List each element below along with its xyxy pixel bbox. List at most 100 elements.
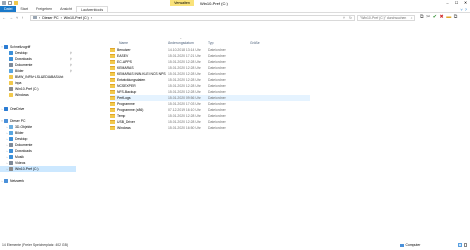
nav-item-label: Windows xyxy=(15,93,29,97)
file-type: Dateiordner xyxy=(208,60,226,64)
pictures-icon xyxy=(9,131,13,135)
forward-arrow-icon[interactable]: → xyxy=(9,15,13,20)
help-icon[interactable]: ? xyxy=(465,7,467,12)
nav-item-label: Schnellzugriff xyxy=(10,45,31,49)
address-bar[interactable]: › Dieser PC › Win10-Pref (C:) › ˅ ↻ xyxy=(30,14,355,21)
folder-icon[interactable]: ▬ xyxy=(446,14,451,21)
file-type: Dateiordner xyxy=(208,84,226,88)
refresh-icon[interactable]: ↻ xyxy=(349,16,354,20)
quick-access-toolbar xyxy=(2,0,18,5)
star-icon xyxy=(4,45,8,49)
folder-icon xyxy=(9,75,13,79)
nav-item-label: BMW_INPA+LSL&EDIABAS4/ct xyxy=(15,75,64,79)
search-icon: ⌕ xyxy=(410,15,413,20)
large-icons-view-icon[interactable] xyxy=(463,243,467,247)
status-computer-label: Computer xyxy=(405,243,421,247)
file-name: EC-APPS xyxy=(117,60,132,64)
status-bar: 14 Elemente (Freier Speicherplatz: 402 G… xyxy=(0,241,470,250)
copy-icon[interactable]: ⧉ xyxy=(454,14,458,21)
pictures-icon xyxy=(9,69,13,73)
file-date: 15.01.2020 12:28 Uhr xyxy=(168,84,201,88)
file-name: NCSEXPER xyxy=(117,84,136,88)
folder-icon xyxy=(110,60,115,64)
nav-item-label: 3D-Objekte xyxy=(15,125,33,129)
folder-icon xyxy=(110,90,115,94)
file-type: Dateiordner xyxy=(208,54,226,58)
nav-item-label: Dokumente xyxy=(15,143,33,147)
nav-item-label: Desktop xyxy=(15,137,28,141)
back-arrow-icon[interactable]: ← xyxy=(2,15,6,20)
nav-item[interactable]: Windows xyxy=(0,92,76,98)
file-type: Dateiordner xyxy=(208,72,226,76)
status-computer: Computer xyxy=(400,243,420,247)
folder-icon xyxy=(9,93,13,97)
search-input[interactable]: "Win10-Pref (C:)" durchsuchen ⌕ xyxy=(357,14,415,21)
breadcrumb-drive[interactable]: Win10-Pref (C:) xyxy=(64,16,89,20)
nav-item-label: Downloads xyxy=(15,57,32,61)
drive-icon xyxy=(33,16,37,19)
folder-icon xyxy=(110,66,115,70)
column-header-type[interactable]: Typ xyxy=(208,41,213,45)
nav-item-label: Downloads xyxy=(15,149,32,153)
file-type: Dateiordner xyxy=(208,90,226,94)
file-name: KEMARAS ININ.KLEI NCS NPS xyxy=(117,72,166,76)
chevron-down-icon[interactable]: ˅ xyxy=(460,7,462,12)
folder-icon xyxy=(110,114,115,118)
checkmark-icon[interactable]: ✔ xyxy=(433,14,437,21)
tab-ansicht[interactable]: Ansicht xyxy=(56,6,76,12)
nav-item-label: Dokumente xyxy=(15,63,33,67)
up-arrow-icon[interactable]: ↑ xyxy=(21,15,23,20)
ribbon-right-controls: ˅ ? xyxy=(460,6,470,12)
documents-icon xyxy=(9,63,13,67)
details-view-icon[interactable] xyxy=(458,243,462,247)
pin-icon[interactable]: ⚲ xyxy=(70,63,72,67)
ribbon-tabs: Datei Start Freigeben Ansicht Laufwerkto… xyxy=(0,6,470,13)
file-date: 15.01.2020 17:21 Uhr xyxy=(168,54,201,58)
scissors-icon[interactable]: ✂ xyxy=(426,14,430,21)
chevron-down-icon[interactable]: ˅ xyxy=(16,15,18,20)
folder-icon xyxy=(110,126,115,130)
pin-icon[interactable]: ⚲ xyxy=(70,69,72,73)
nav-item[interactable]: › Netzwerk xyxy=(0,178,76,184)
file-date: 14.10.2018 13:14 Uhr xyxy=(168,48,201,52)
column-header-size[interactable]: Größe xyxy=(250,41,260,45)
computer-icon xyxy=(400,243,404,247)
file-date: 15.01.2020 09:56 Uhr xyxy=(168,96,201,100)
breadcrumb-dieser-pc[interactable]: Dieser PC xyxy=(42,16,58,20)
drive-icon[interactable] xyxy=(2,0,6,5)
copy-icon[interactable]: ⧉ xyxy=(420,14,424,21)
column-headers: Name Änderungsdatum Typ Größe xyxy=(110,41,470,46)
file-row[interactable]: Windows 15.01.2020 16:50 Uhr Dateiordner xyxy=(110,125,310,131)
computer-icon xyxy=(4,119,8,123)
tab-start[interactable]: Start xyxy=(16,6,32,12)
file-name: Temp xyxy=(117,114,126,118)
file-type: Dateiordner xyxy=(208,108,226,112)
address-row: ← → ˅ ↑ › Dieser PC › Win10-Pref (C:) › … xyxy=(0,13,470,22)
tab-datei[interactable]: Datei xyxy=(0,6,17,12)
close-icon[interactable]: ✖ xyxy=(439,14,443,21)
network-icon xyxy=(4,179,8,183)
file-type: Dateiordner xyxy=(208,78,226,82)
folder-icon xyxy=(110,48,115,52)
folder-icon xyxy=(110,102,115,106)
drive-icon xyxy=(9,87,13,91)
chevron-down-icon[interactable]: ˅ xyxy=(343,16,347,20)
cloud-icon xyxy=(4,107,8,111)
column-header-date[interactable]: Änderungsdatum xyxy=(168,41,194,45)
navigation-buttons: ← → ˅ ↑ xyxy=(2,15,23,20)
tab-laufwerktools[interactable]: Laufwerktools xyxy=(75,6,109,12)
new-folder-icon[interactable] xyxy=(14,0,18,5)
file-name: Entwicklungsdaten xyxy=(117,78,146,82)
folder-icon xyxy=(110,120,115,124)
properties-icon[interactable] xyxy=(8,0,12,5)
nav-item-label: Win10-Pref (C:) xyxy=(15,167,39,171)
nav-item[interactable]: › OneDrive xyxy=(0,106,76,112)
breadcrumb-separator: › xyxy=(60,15,62,20)
nav-item-label: Bilder xyxy=(15,131,24,135)
tab-freigeben[interactable]: Freigeben xyxy=(32,6,56,12)
pin-icon[interactable]: ⚲ xyxy=(70,51,72,55)
status-text: 14 Elemente (Freier Speicherplatz: 402 G… xyxy=(2,243,68,247)
nav-item[interactable]: › Win10-Pref (C:) xyxy=(0,166,76,172)
pin-icon[interactable]: ⚲ xyxy=(70,57,72,61)
column-header-name[interactable]: Name xyxy=(119,41,128,45)
